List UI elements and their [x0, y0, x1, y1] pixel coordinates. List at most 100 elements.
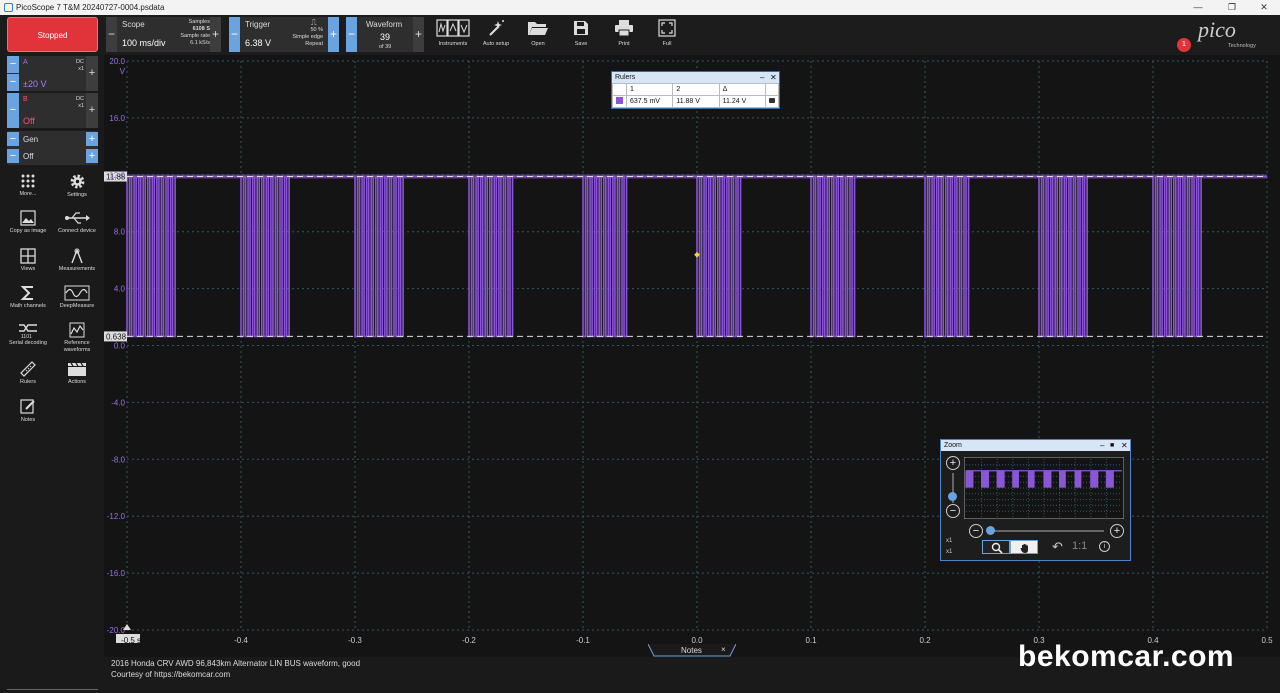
zoom-maximize-button[interactable]: ■ — [1110, 440, 1114, 451]
trigger-decrease-button[interactable]: − — [229, 17, 240, 52]
zoom-window-header[interactable]: Zoom – ■ ✕ — [941, 440, 1130, 451]
measurements-icon — [71, 248, 83, 264]
close-button[interactable]: ✕ — [1252, 1, 1276, 14]
copy-as-image-button[interactable]: Copy as image — [3, 210, 53, 235]
reference-waveforms-button[interactable]: Reference waveforms — [52, 322, 102, 354]
rulers-close-button[interactable]: ✕ — [770, 72, 777, 83]
samples-label: Samples — [188, 19, 210, 25]
channel-b-range-increase[interactable]: + — [86, 93, 98, 128]
channel-a-swatch — [616, 97, 623, 104]
zoom-overview-plot[interactable] — [964, 457, 1124, 519]
zoom-close-button[interactable]: ✕ — [1121, 440, 1128, 451]
instruments-label: Instruments — [438, 41, 468, 47]
notes-tab-close[interactable]: × — [721, 645, 726, 654]
zoom-x-in-button[interactable]: + — [1110, 524, 1124, 538]
zoom-y-slider-thumb[interactable] — [948, 492, 957, 501]
connect-device-button[interactable]: Connect device — [52, 210, 102, 235]
trigger-control: − Trigger 6.38 V ⎍ 50 % Simple edge Repe… — [229, 17, 339, 52]
rulers-label: Rulers — [20, 379, 36, 385]
views-button[interactable]: Views — [3, 248, 53, 273]
zoom-window-title: Zoom — [944, 442, 962, 449]
fullscreen-icon — [658, 19, 676, 37]
signal-generator-control[interactable]: − − Gen Off + + — [7, 131, 98, 165]
zoom-info-icon[interactable]: i — [1099, 541, 1110, 552]
channel-a-control[interactable]: − − A ±20 V DC x1 + — [7, 56, 98, 91]
notes-tab[interactable]: Notes × — [648, 644, 736, 658]
measurements-button[interactable]: Measurements — [52, 248, 102, 273]
scope-timebase-control: − Scope 100 ms/div Samples 6108 S Sample… — [106, 17, 221, 52]
y-tick-label: -4.0 — [111, 398, 125, 407]
serial-decoding-label: Serial decoding — [9, 340, 47, 346]
run-stop-button[interactable]: Stopped — [7, 17, 98, 52]
zoom-x-out-button[interactable]: − — [969, 524, 983, 538]
gen-decrease-button[interactable]: − — [7, 132, 19, 146]
sample-rate-label: Sample rate — [180, 33, 210, 39]
zoom-y-out-button[interactable]: − — [946, 504, 960, 518]
zoom-x-slider[interactable] — [986, 530, 1104, 532]
full-label: Full — [662, 41, 672, 47]
reference-waveforms-label: Reference waveforms — [63, 340, 91, 353]
zoom-minimize-button[interactable]: – — [1100, 440, 1104, 451]
rulers-window-header[interactable]: Rulers – ✕ — [612, 72, 779, 83]
actions-label: Actions — [67, 379, 87, 385]
full-screen-button[interactable]: Full — [645, 17, 689, 53]
math-channels-button[interactable]: Math channels — [3, 285, 53, 310]
print-label: Print — [618, 41, 630, 47]
folder-open-icon — [528, 22, 548, 35]
zoom-x-slider-thumb[interactable] — [986, 526, 995, 535]
instruments-button[interactable]: Instruments — [431, 17, 475, 53]
waveform-number[interactable]: 39 — [380, 32, 390, 42]
channel-a-range-decrease[interactable]: − — [7, 56, 19, 73]
rulers-button[interactable]: Rulers — [3, 361, 53, 386]
waveform-next-button[interactable]: + — [413, 17, 424, 52]
zoom-tool-button[interactable] — [982, 540, 1010, 554]
trigger-level-value[interactable]: 6.38 V — [245, 38, 271, 48]
maximize-button[interactable]: ❐ — [1220, 1, 1244, 14]
channel-b-control[interactable]: − B Off DC x1 + — [7, 93, 98, 128]
rulers-channel-a-row: 637.5 mV 11.88 V 11.24 V — [612, 95, 779, 108]
timebase-increase-button[interactable]: + — [210, 17, 221, 52]
note-line-1: 2016 Honda CRV AWD 96,843km Alternator L… — [111, 659, 361, 668]
channel-b-name: B — [23, 96, 28, 103]
undo-zoom-icon[interactable]: ↶ — [1052, 539, 1063, 555]
minimize-button[interactable]: — — [1186, 1, 1210, 14]
x-tick-label: -0.3 — [348, 636, 362, 643]
serial-decoding-button[interactable]: 1101 Serial decoding — [3, 322, 53, 347]
views-label: Views — [20, 266, 36, 272]
channel-a-range-decrease-lower[interactable]: − — [7, 74, 19, 91]
actions-button[interactable]: Actions — [52, 361, 102, 386]
sigma-icon — [20, 286, 33, 300]
channel-a-range-increase[interactable]: + — [86, 56, 98, 91]
gen-off-increase-button[interactable]: + — [86, 149, 98, 163]
channel-b-probe-value: x1 — [78, 103, 84, 109]
trigger-increase-button[interactable]: + — [328, 17, 339, 52]
pan-tool-button[interactable] — [1010, 540, 1038, 554]
timebase-value[interactable]: 100 ms/div — [122, 38, 166, 48]
notification-badge[interactable]: 1 — [1177, 38, 1191, 52]
gen-increase-button[interactable]: + — [86, 132, 98, 146]
rulers-minimize-button[interactable]: – — [760, 72, 764, 83]
zoom-overview-window[interactable]: Zoom – ■ ✕ + − − + x1 x1 ↶ 1:1 i — [940, 439, 1131, 561]
toolbar: Stopped − Scope 100 ms/div Samples 6108 … — [0, 15, 1280, 55]
deepmeasure-button[interactable]: DeepMeasure — [52, 285, 102, 310]
notes-button[interactable]: Notes — [3, 399, 53, 424]
open-button[interactable]: Open — [516, 17, 560, 53]
channel-a-range: ±20 V — [23, 79, 47, 89]
ruler-lock-cell[interactable] — [765, 95, 779, 108]
channel-b-range-decrease[interactable]: − — [7, 93, 19, 128]
svg-text:1101: 1101 — [21, 334, 32, 338]
zoom-y-in-button[interactable]: + — [946, 456, 960, 470]
more-button[interactable]: More... — [3, 173, 53, 198]
zoom-reset-button[interactable]: 1:1 — [1072, 540, 1087, 552]
x-tick-label: 0.1 — [805, 636, 817, 643]
auto-setup-button[interactable]: Auto setup — [474, 17, 518, 53]
gen-off-decrease-button[interactable]: − — [7, 149, 19, 163]
y-unit-label: V — [120, 67, 126, 76]
print-button[interactable]: Print — [602, 17, 646, 53]
settings-button[interactable]: Settings — [52, 173, 102, 199]
save-button[interactable]: Save — [559, 17, 603, 53]
rulers-window[interactable]: Rulers – ✕ 1 2 Δ 637.5 mV 11.88 V 11.24 … — [611, 71, 780, 109]
waveform-previous-button[interactable]: − — [346, 17, 357, 52]
channel-b-coupling: DC x1 — [76, 96, 84, 110]
timebase-decrease-button[interactable]: − — [106, 17, 117, 52]
